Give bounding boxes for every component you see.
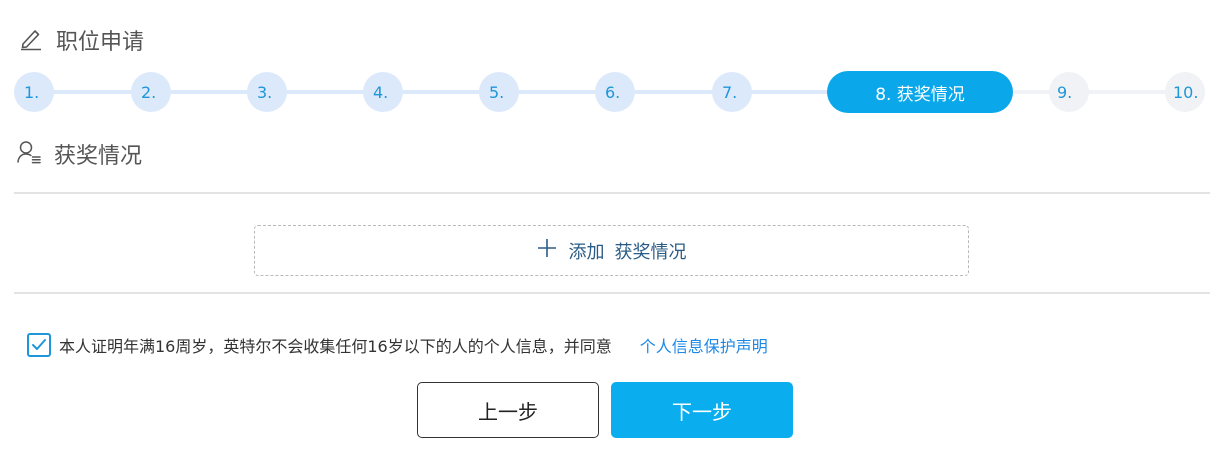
user-list-icon [16,139,42,169]
add-award-button[interactable]: 添加 获奖情况 [254,225,969,276]
page-header: 职位申请 [18,24,144,56]
step-label: 7. [722,82,738,102]
divider-top [14,192,1210,194]
add-target-label: 获奖情况 [614,241,687,263]
progress-stepper: 1. 2. 3. 4. 5. 6. 7. 8. 获奖情况 9. 10. [14,70,1210,114]
step-2[interactable]: 2. [131,72,171,112]
step-7[interactable]: 7. [712,72,752,112]
step-label: 10. [1173,82,1199,102]
pencil-icon [18,25,44,55]
consent-text: 本人证明年满16周岁，英特尔不会收集任何16岁以下的人的个人信息，并同意 [59,337,612,356]
step-9[interactable]: 9. [1049,72,1089,112]
prev-step-button[interactable]: 上一步 [417,382,599,438]
step-label: 1. [24,82,40,102]
page-title: 职位申请 [56,30,145,55]
add-action-label: 添加 [568,241,605,263]
next-step-button[interactable]: 下一步 [611,382,793,438]
plus-icon [537,238,569,263]
divider-bottom [14,292,1210,294]
step-label: 4. [373,82,389,102]
check-icon [32,339,46,350]
step-1[interactable]: 1. [14,72,54,112]
consent-checkbox[interactable] [27,333,51,357]
step-label: 8. 获奖情况 [875,84,965,105]
step-4[interactable]: 4. [363,72,403,112]
step-label: 5. [489,82,505,102]
step-6[interactable]: 6. [595,72,635,112]
step-label: 9. [1057,82,1073,102]
step-label: 3. [257,82,273,102]
privacy-statement-link[interactable]: 个人信息保护声明 [640,333,768,357]
step-5[interactable]: 5. [479,72,519,112]
step-8-active[interactable]: 8. 获奖情况 [827,71,1013,113]
section-title: 获奖情况 [54,144,143,169]
section-header: 获奖情况 [16,138,142,170]
consent-row: 本人证明年满16周岁，英特尔不会收集任何16岁以下的人的个人信息，并同意 个人信… [27,333,768,357]
step-label: 6. [605,82,621,102]
step-connector-todo [1014,90,1190,94]
step-10[interactable]: 10. [1165,72,1205,112]
step-label: 2. [141,82,157,102]
step-3[interactable]: 3. [247,72,287,112]
